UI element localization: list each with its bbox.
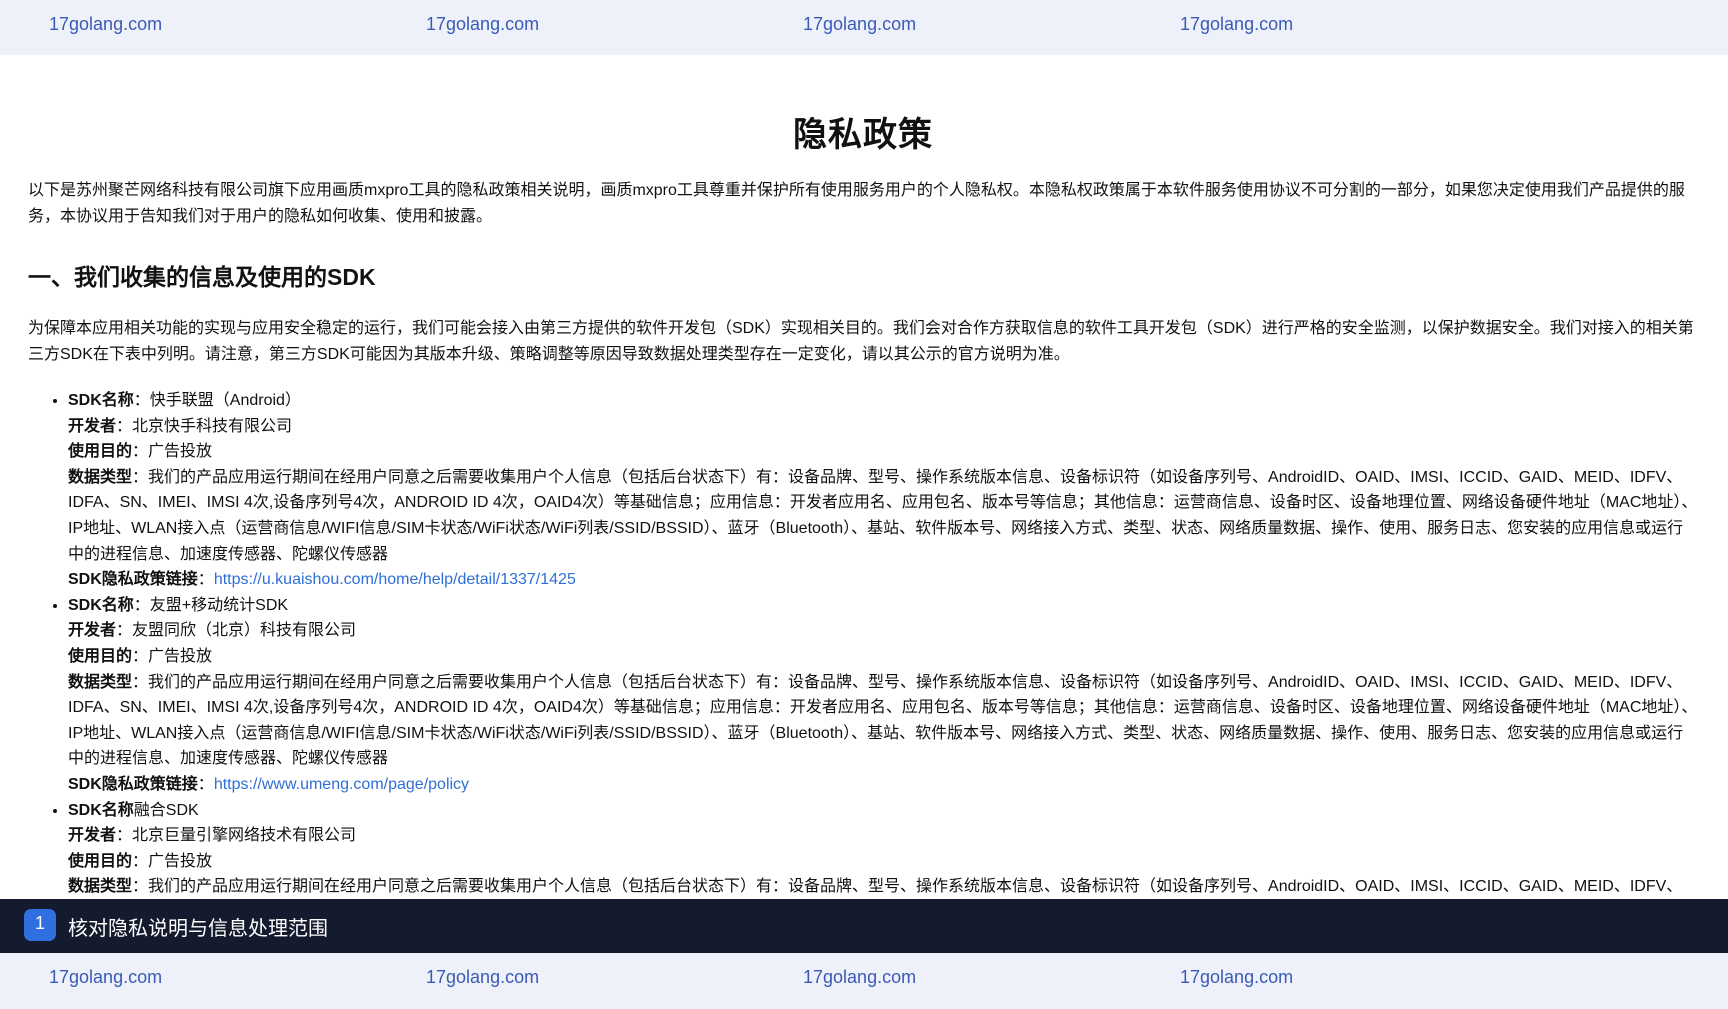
section-paragraph: 为保障本应用相关功能的实现与应用安全稳定的运行，我们可能会接入由第三方提供的软件… xyxy=(28,320,1694,363)
watermark-bar-bottom: 17golang.com 17golang.com 17golang.com 1… xyxy=(0,953,1728,1009)
sdk-link-label: SDK隐私政策链接 xyxy=(68,571,198,589)
watermark-bar-top: 17golang.com 17golang.com 17golang.com 1… xyxy=(0,0,1728,55)
sdk-data-value: ：我们的产品应用运行期间在经用户同意之后需要收集用户个人信息（包括后台状态下）有… xyxy=(68,468,1698,563)
sdk-data-row: 数据类型：我们的产品应用运行期间在经用户同意之后需要收集用户个人信息（包括后台状… xyxy=(68,874,1698,899)
intro-paragraph: 以下是苏州聚芒网络科技有限公司旗下应用画质mxpro工具的隐私政策相关说明，画质… xyxy=(28,182,1685,225)
sdk-purpose-value: ：广告投放 xyxy=(132,443,213,461)
sdk-link-separator: ： xyxy=(197,571,214,589)
sdk-purpose-label: 使用目的 xyxy=(68,852,133,870)
caption-text: 核对隐私说明与信息处理范围 xyxy=(68,918,328,940)
sdk-purpose-row: 使用目的：广告投放 xyxy=(68,644,1698,670)
watermark-text: 17golang.com xyxy=(426,14,540,34)
sdk-link-label: SDK隐私政策链接 xyxy=(68,775,198,793)
sdk-link-separator: ： xyxy=(197,775,214,793)
watermark-text: 17golang.com xyxy=(1180,967,1294,987)
sdk-developer-label: 开发者 xyxy=(68,417,117,435)
sdk-privacy-link[interactable]: https://www.umeng.com/page/policy xyxy=(214,776,469,793)
sdk-developer-row: 开发者：北京快手科技有限公司 xyxy=(68,414,1698,440)
sdk-name-value: ：友盟+移动统计SDK xyxy=(133,596,289,614)
sdk-name-label: SDK名称 xyxy=(68,596,134,614)
sdk-privacy-link[interactable]: https://u.kuaishou.com/home/help/detail/… xyxy=(214,571,576,588)
sdk-developer-value: ：北京快手科技有限公司 xyxy=(116,417,293,435)
sdk-purpose-row: 使用目的：广告投放 xyxy=(68,439,1698,465)
sdk-developer-row: 开发者：北京巨量引擎网络技术有限公司 xyxy=(68,823,1698,849)
sdk-data-label: 数据类型 xyxy=(68,468,133,486)
sdk-purpose-value: ：广告投放 xyxy=(132,647,213,665)
step-number-badge: 1 xyxy=(24,909,56,941)
sdk-developer-value: ：友盟同欣（北京）科技有限公司 xyxy=(116,622,357,640)
sdk-data-label: 数据类型 xyxy=(68,878,133,896)
sdk-developer-label: 开发者 xyxy=(68,622,117,640)
sdk-purpose-label: 使用目的 xyxy=(68,647,133,665)
sdk-data-value: ：我们的产品应用运行期间在经用户同意之后需要收集用户个人信息（包括后台状态下）有… xyxy=(132,878,1683,896)
watermark-text: 17golang.com xyxy=(803,14,917,34)
sdk-item-fusion: SDK名称融合SDK 开发者：北京巨量引擎网络技术有限公司 使用目的：广告投放 … xyxy=(68,798,1698,900)
sdk-purpose-value: ：广告投放 xyxy=(132,852,213,870)
sdk-data-value: ：我们的产品应用运行期间在经用户同意之后需要收集用户个人信息（包括后台状态下）有… xyxy=(68,673,1698,768)
sdk-name-label: SDK名称 xyxy=(68,392,134,409)
section-heading: 一、我们收集的信息及使用的SDK xyxy=(28,264,376,290)
sdk-purpose-row: 使用目的：广告投放 xyxy=(68,849,1698,875)
sdk-item-umeng: SDK名称：友盟+移动统计SDK 开发者：友盟同欣（北京）科技有限公司 使用目的… xyxy=(68,593,1698,798)
sdk-link-row: SDK隐私政策链接：https://u.kuaishou.com/home/he… xyxy=(68,567,1698,593)
watermark-text: 17golang.com xyxy=(1180,14,1294,34)
sdk-name-row: SDK名称融合SDK xyxy=(68,798,1698,824)
watermark-text: 17golang.com xyxy=(49,14,163,34)
sdk-name-row: SDK名称：友盟+移动统计SDK xyxy=(68,593,1698,619)
sdk-developer-row: 开发者：友盟同欣（北京）科技有限公司 xyxy=(68,618,1698,644)
sdk-item-kuaishou: SDK名称：快手联盟（Android） 开发者：北京快手科技有限公司 使用目的：… xyxy=(68,388,1698,593)
sdk-name-row: SDK名称：快手联盟（Android） xyxy=(68,388,1698,414)
privacy-policy-content: 隐私政策 以下是苏州聚芒网络科技有限公司旗下应用画质mxpro工具的隐私政策相关… xyxy=(28,55,1698,899)
sdk-developer-value: ：北京巨量引擎网络技术有限公司 xyxy=(116,827,357,845)
sdk-developer-label: 开发者 xyxy=(68,827,117,845)
caption-bar: 1 核对隐私说明与信息处理范围 xyxy=(0,899,1728,953)
watermark-text: 17golang.com xyxy=(49,967,163,987)
sdk-data-row: 数据类型：我们的产品应用运行期间在经用户同意之后需要收集用户个人信息（包括后台状… xyxy=(68,465,1698,567)
sdk-data-row: 数据类型：我们的产品应用运行期间在经用户同意之后需要收集用户个人信息（包括后台状… xyxy=(68,670,1698,772)
watermark-text: 17golang.com xyxy=(426,967,540,987)
watermark-text: 17golang.com xyxy=(803,967,917,987)
sdk-list: SDK名称：快手联盟（Android） 开发者：北京快手科技有限公司 使用目的：… xyxy=(28,388,1698,899)
sdk-data-label: 数据类型 xyxy=(68,673,133,691)
sdk-name-value: 融合SDK xyxy=(133,801,199,819)
sdk-link-row: SDK隐私政策链接：https://www.umeng.com/page/pol… xyxy=(68,772,1698,798)
sdk-purpose-label: 使用目的 xyxy=(68,443,133,461)
page-title: 隐私政策 xyxy=(793,116,933,154)
sdk-name-value: ：快手联盟（Android） xyxy=(133,392,301,409)
sdk-name-label: SDK名称 xyxy=(68,801,134,819)
